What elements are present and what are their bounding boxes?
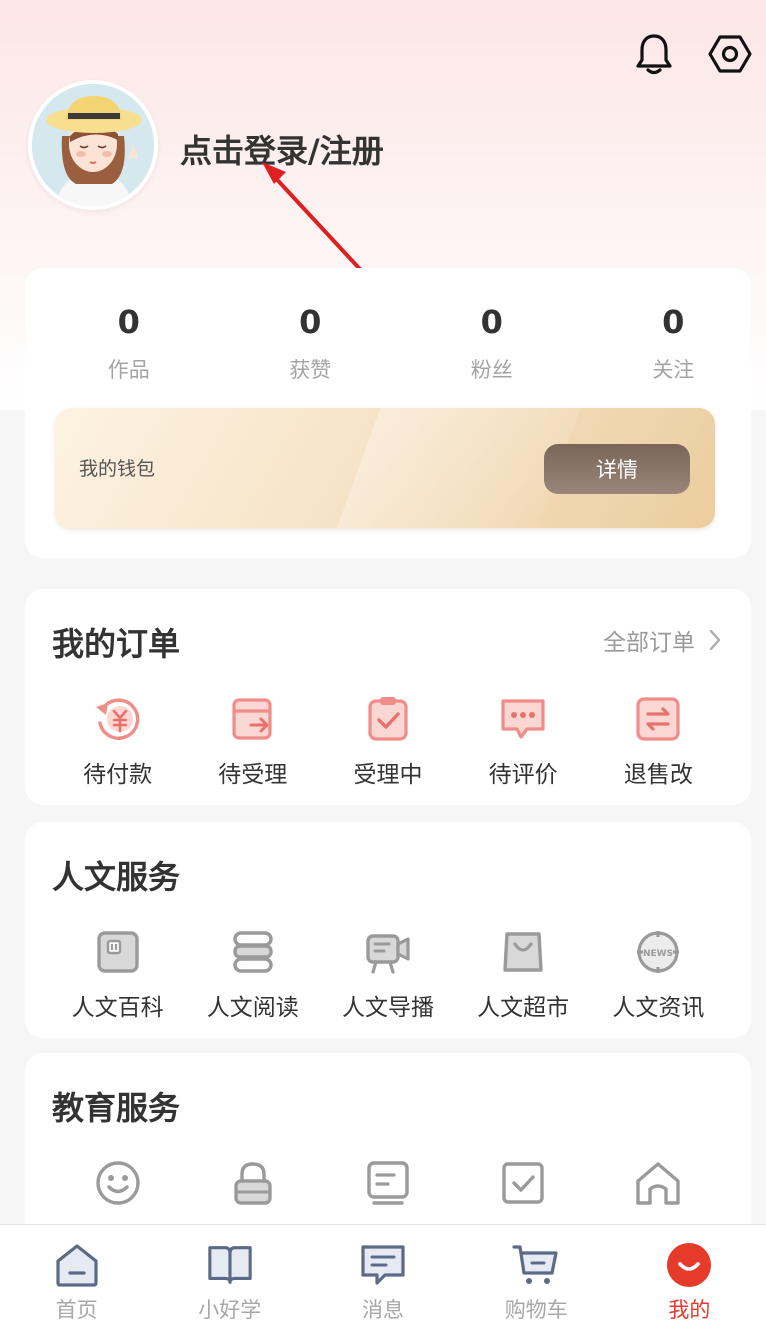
checkbox-icon <box>499 1159 547 1207</box>
education-item-4[interactable] <box>456 1159 591 1207</box>
settings-hex-icon[interactable] <box>704 28 756 80</box>
stat-label: 粉丝 <box>470 358 513 382</box>
humanities-reading[interactable]: 人文阅读 <box>185 928 320 1022</box>
service-item-label: 人文超市 <box>477 995 570 1021</box>
service-item-label: 人文百科 <box>71 995 164 1021</box>
order-pending-payment[interactable]: 待付款 <box>50 695 185 789</box>
stat-likes[interactable]: 0 获赞 <box>220 298 402 384</box>
refund-icon <box>634 695 682 743</box>
stat-label: 获赞 <box>289 358 332 382</box>
tab-label: 消息 <box>362 1298 404 1322</box>
login-register-link[interactable]: 点击登录/注册 <box>180 126 384 172</box>
chevron-right-icon <box>709 629 721 651</box>
document-icon <box>364 1159 412 1207</box>
message-icon <box>359 1241 407 1288</box>
order-item-label: 受理中 <box>353 762 423 788</box>
reading-icon <box>229 928 277 976</box>
stat-following[interactable]: 0 关注 <box>583 298 765 384</box>
orders-title: 我的订单 <box>52 625 181 663</box>
humanities-title: 人文服务 <box>52 858 181 896</box>
tab-label: 小好学 <box>198 1298 262 1322</box>
education-item-5[interactable] <box>591 1159 726 1207</box>
humanities-news[interactable]: NEWS 人文资讯 <box>591 928 726 1022</box>
humanities-supermarket[interactable]: 人文超市 <box>456 928 591 1022</box>
pending-review-icon <box>499 695 547 743</box>
service-item-label: 人文阅读 <box>206 995 299 1021</box>
tab-study[interactable]: 小好学 <box>153 1225 306 1324</box>
order-refund[interactable]: 退售改 <box>591 695 726 789</box>
tab-home[interactable]: 首页 <box>0 1225 153 1324</box>
wallet-card[interactable]: 我的钱包 详情 <box>55 408 715 528</box>
tab-messages[interactable]: 消息 <box>306 1225 459 1324</box>
processing-icon <box>364 695 412 743</box>
humanities-encyclopedia[interactable]: 人文百科 <box>50 928 185 1022</box>
order-pending-accept[interactable]: 待受理 <box>185 695 320 789</box>
order-pending-review[interactable]: 待评价 <box>456 695 591 789</box>
order-item-label: 退售改 <box>623 762 693 788</box>
smiley-icon <box>94 1159 142 1207</box>
shopping-bag-icon <box>499 928 547 976</box>
bell-icon[interactable] <box>628 28 680 80</box>
stat-value: 0 <box>117 303 140 341</box>
tab-cart[interactable]: 购物车 <box>460 1225 613 1324</box>
service-item-label: 人文资讯 <box>612 995 705 1021</box>
orders-card: 我的订单 全部订单 待付款 待受理 受理中 待评价 退售改 <box>25 589 751 805</box>
education-item-3[interactable] <box>320 1159 455 1207</box>
stat-fans[interactable]: 0 粉丝 <box>401 298 583 384</box>
order-item-label: 待评价 <box>488 762 558 788</box>
home-icon <box>634 1159 682 1207</box>
news-icon: NEWS <box>634 928 682 976</box>
bottom-tab-bar: 首页 小好学 消息 购物车 我的 <box>0 1224 766 1324</box>
broadcast-icon <box>364 928 412 976</box>
education-title: 教育服务 <box>52 1089 181 1127</box>
humanities-broadcast[interactable]: 人文导播 <box>320 928 455 1022</box>
stats-card: 0 作品 0 获赞 0 粉丝 0 关注 我的钱包 详情 <box>25 268 751 558</box>
tab-label: 购物车 <box>504 1298 568 1322</box>
stat-value: 0 <box>480 303 503 341</box>
svg-text:NEWS: NEWS <box>643 949 673 959</box>
order-item-label: 待付款 <box>83 762 153 788</box>
tab-label: 首页 <box>55 1298 98 1322</box>
cart-icon <box>512 1241 560 1288</box>
stat-value: 0 <box>299 303 322 341</box>
encyclopedia-icon <box>94 928 142 976</box>
pending-payment-icon <box>94 695 142 743</box>
order-processing[interactable]: 受理中 <box>320 695 455 789</box>
humanities-card: 人文服务 人文百科 人文阅读 人文导播 人文超市 NEWS 人文资讯 <box>25 822 751 1038</box>
lock-icon <box>229 1159 277 1207</box>
wallet-label: 我的钱包 <box>79 458 156 480</box>
profile-icon <box>665 1241 713 1288</box>
order-item-label: 待受理 <box>218 762 288 788</box>
all-orders-link[interactable]: 全部订单 <box>603 623 721 657</box>
book-icon <box>206 1241 254 1288</box>
all-orders-label: 全部订单 <box>603 630 695 656</box>
tab-label: 我的 <box>668 1298 711 1322</box>
stat-works[interactable]: 0 作品 <box>38 298 220 384</box>
stat-label: 关注 <box>652 358 695 382</box>
tab-mine[interactable]: 我的 <box>613 1225 766 1324</box>
service-item-label: 人文导播 <box>341 995 434 1021</box>
stat-value: 0 <box>662 303 685 341</box>
home-tab-icon <box>53 1241 101 1288</box>
avatar[interactable] <box>28 80 158 210</box>
education-item-2[interactable] <box>185 1159 320 1207</box>
education-item-1[interactable] <box>50 1159 185 1207</box>
stat-label: 作品 <box>107 358 150 382</box>
pending-accept-icon <box>229 695 277 743</box>
wallet-details-button[interactable]: 详情 <box>544 444 690 494</box>
